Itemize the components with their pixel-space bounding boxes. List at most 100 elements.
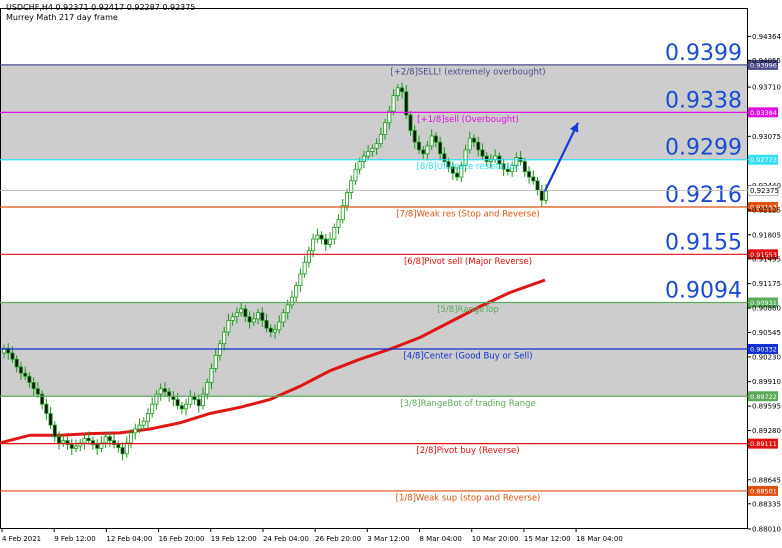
candle-body bbox=[344, 192, 349, 207]
candle-body bbox=[336, 219, 341, 228]
candle-body bbox=[315, 234, 320, 240]
candle-body bbox=[154, 393, 159, 405]
candle-body bbox=[82, 437, 87, 444]
x-tick-label: 15 Mar 12:00 bbox=[524, 535, 571, 543]
y-tick-label: 0.88645 bbox=[752, 476, 781, 484]
level-price-tag-text: 0.89722 bbox=[750, 393, 777, 401]
candle-body bbox=[328, 238, 333, 245]
candle-body bbox=[171, 396, 176, 400]
candle-body bbox=[116, 444, 121, 448]
candle-body bbox=[429, 135, 434, 147]
candle-body bbox=[480, 149, 485, 157]
level-price-tag-text: 0.92773 bbox=[750, 156, 777, 164]
x-tick-label: 3 Mar 12:00 bbox=[367, 535, 409, 543]
candle-body bbox=[289, 296, 294, 306]
candle-body bbox=[209, 368, 214, 383]
y-tick-label: 0.93075 bbox=[752, 133, 781, 141]
candle-body bbox=[404, 91, 409, 116]
indicator-name: Murrey Math 217 day frame bbox=[6, 13, 118, 22]
y-tick-label: 0.93710 bbox=[752, 84, 781, 92]
candle-body bbox=[285, 304, 290, 314]
candle-body bbox=[188, 396, 193, 405]
candle-body bbox=[61, 440, 66, 444]
price-axis: 0.939960.933840.927730.921630.915530.909… bbox=[747, 33, 781, 534]
y-tick-label: 0.89910 bbox=[752, 378, 781, 386]
y-tick-label: 0.89595 bbox=[752, 403, 781, 411]
y-tick-label: 0.91495 bbox=[752, 255, 781, 263]
level-label: [+1/8]sell (Overbought) bbox=[417, 115, 519, 125]
candle-body bbox=[268, 327, 273, 333]
y-tick-label: 0.91805 bbox=[752, 231, 781, 239]
candle-body bbox=[366, 151, 371, 157]
candle-body bbox=[137, 424, 142, 430]
level-big-label: 0.9216 bbox=[665, 183, 742, 208]
y-tick-label: 0.90230 bbox=[752, 353, 781, 361]
candle-body bbox=[378, 133, 383, 145]
candle-body bbox=[522, 161, 527, 172]
candle-body bbox=[493, 155, 498, 160]
candle-body bbox=[421, 149, 426, 155]
candle-body bbox=[472, 137, 477, 143]
y-tick-label: 0.89280 bbox=[752, 427, 781, 435]
current-price-tag-text: 0.92375 bbox=[750, 187, 779, 195]
candle-body bbox=[438, 141, 443, 155]
candle-body bbox=[416, 141, 421, 151]
level-label: [+2/8]SELL! (extremely overbought) bbox=[390, 67, 545, 77]
candle-body bbox=[192, 396, 197, 400]
candle-body bbox=[120, 447, 125, 455]
candle-body bbox=[340, 205, 345, 221]
candle-body bbox=[213, 354, 218, 369]
symbol-header: USDCHF,H4 0.92371 0.92417 0.92287 0.9237… bbox=[6, 3, 196, 12]
candle-body bbox=[184, 403, 189, 410]
candle-body bbox=[73, 445, 78, 449]
level-label: [1/8]Weak sup (stop and Reverse) bbox=[396, 493, 541, 503]
candle-body bbox=[408, 114, 413, 131]
candle-body bbox=[361, 155, 366, 162]
candle-body bbox=[298, 273, 303, 286]
candle-body bbox=[251, 318, 256, 323]
candle-body bbox=[44, 403, 49, 414]
x-tick-label: 9 Feb 12:00 bbox=[54, 535, 95, 543]
candle-body bbox=[141, 420, 146, 426]
candle-body bbox=[531, 176, 536, 182]
candle-body bbox=[205, 382, 210, 395]
candle-body bbox=[103, 436, 108, 444]
candle-body bbox=[370, 147, 375, 152]
candle-body bbox=[374, 143, 379, 149]
candle-body bbox=[281, 312, 286, 323]
candle-body bbox=[196, 399, 201, 407]
candle-body bbox=[52, 424, 57, 438]
candle-body bbox=[535, 180, 540, 191]
candle-body bbox=[234, 312, 239, 317]
candle-body bbox=[95, 444, 100, 449]
level-label: [6/8]Pivot sell (Major Reverse) bbox=[404, 257, 532, 267]
candle-body bbox=[306, 250, 311, 263]
level-label: [4/8]Center (Good Buy or Sell) bbox=[403, 351, 532, 361]
candle-body bbox=[226, 320, 231, 333]
candle-body bbox=[294, 285, 299, 298]
level-label: [5/8]RangeTop bbox=[437, 305, 499, 315]
candle-body bbox=[442, 153, 447, 162]
candle-body bbox=[57, 436, 62, 444]
range-bands bbox=[0, 64, 748, 397]
candle-body bbox=[14, 358, 19, 368]
level-label: [8/8]Ultimate resistance bbox=[417, 162, 520, 172]
candle-body bbox=[69, 444, 74, 449]
y-tick-label: 0.90860 bbox=[752, 305, 781, 313]
candle-body bbox=[10, 352, 15, 360]
y-tick-label: 0.94364 bbox=[752, 33, 781, 41]
candle-body bbox=[230, 316, 235, 321]
candle-body bbox=[272, 329, 277, 333]
y-tick-label: 0.94055 bbox=[752, 57, 781, 65]
candle-body bbox=[162, 388, 167, 393]
level-label: [2/8]Pivot buy (Reverse) bbox=[416, 446, 519, 456]
candle-body bbox=[145, 413, 150, 422]
candle-body bbox=[455, 172, 460, 178]
candle-body bbox=[243, 308, 248, 317]
level-big-label: 0.9338 bbox=[665, 88, 742, 113]
level-big-label: 0.9399 bbox=[665, 41, 742, 66]
candle-body bbox=[247, 316, 252, 323]
candle-body bbox=[27, 375, 32, 383]
candle-body bbox=[527, 171, 532, 178]
candle-body bbox=[222, 331, 227, 345]
